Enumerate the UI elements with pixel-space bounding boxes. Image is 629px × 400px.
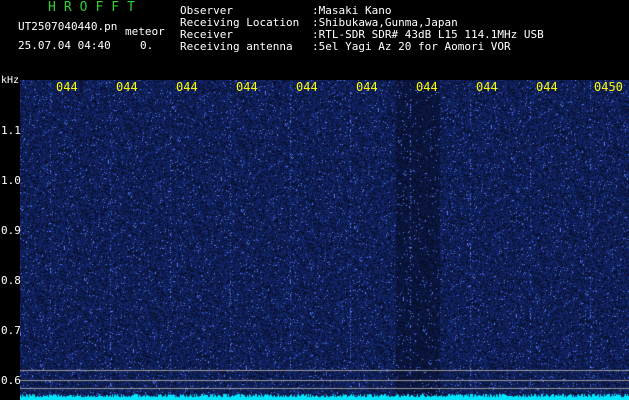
counter: 0. <box>140 39 154 52</box>
time-tick-label: 044 <box>56 80 78 94</box>
mode-label: meteor <box>125 25 165 38</box>
spectrogram <box>20 80 629 400</box>
filename: UT2507040440.pn <box>18 20 118 33</box>
time-tick-label: 044 <box>536 80 558 94</box>
app-title: HROFFT <box>48 0 143 15</box>
header: HROFFT UT2507040440.pn meteor 25.07.04 0… <box>0 0 629 73</box>
time-tick-label: 044 <box>176 80 198 94</box>
y-tick-label: 1.1 <box>1 124 21 137</box>
time-tick-label: 044 <box>356 80 378 94</box>
time-tick-label: 044 <box>116 80 138 94</box>
time-tick-label: 044 <box>476 80 498 94</box>
y-tick-label: 1.0 <box>1 174 21 187</box>
y-tick-label: 0.9 <box>1 224 21 237</box>
y-tick-label: 0.7 <box>1 324 21 337</box>
y-tick-label: 0.8 <box>1 274 21 287</box>
info-value-antenna: :5el Yagi Az 20 for Aomori VOR <box>312 40 511 53</box>
time-tick-label: 0450 <box>594 80 623 94</box>
unit-label: kHz <box>1 75 20 86</box>
time-tick-label: 044 <box>296 80 318 94</box>
time-tick-label: 044 <box>416 80 438 94</box>
datetime: 25.07.04 04:40 <box>18 39 111 52</box>
y-tick-label: 0.6 <box>1 374 21 387</box>
time-tick-label: 044 <box>236 80 258 94</box>
info-label-antenna: Receiving antenna <box>180 40 293 53</box>
